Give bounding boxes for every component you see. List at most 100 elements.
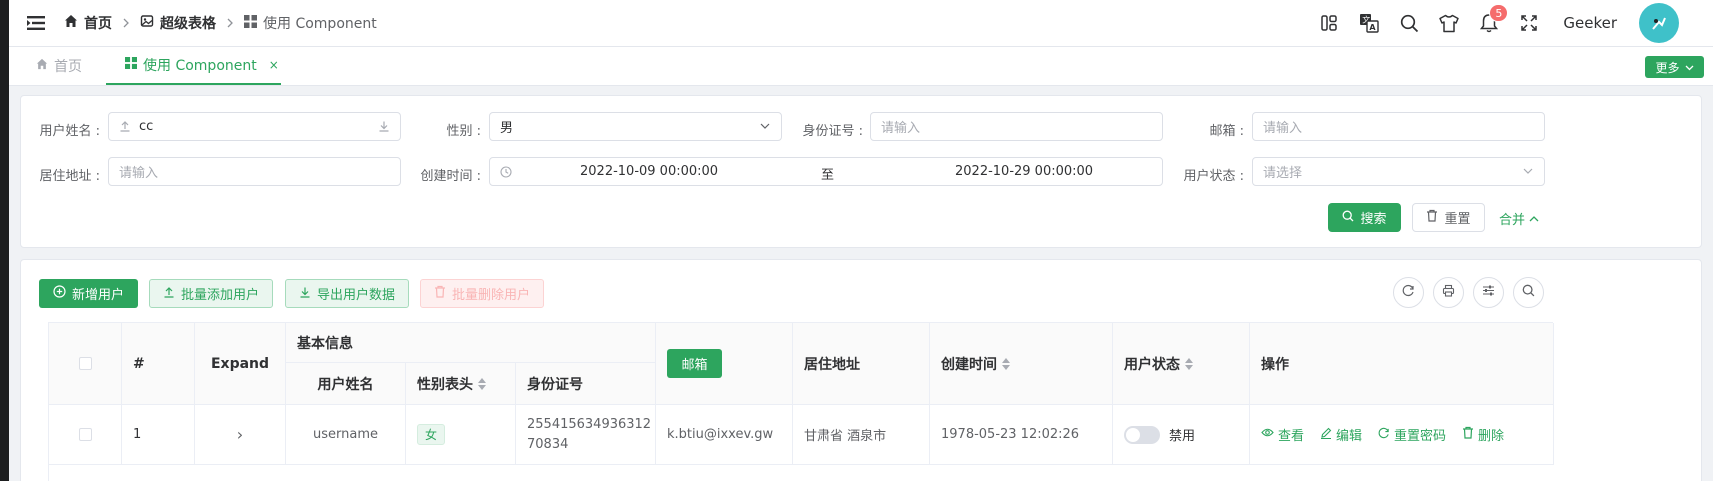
collapse-menu-icon[interactable]: [26, 13, 46, 33]
trash-icon: [1462, 426, 1474, 443]
batch-delete-label: 批量删除用户: [451, 288, 530, 303]
idcard-input[interactable]: 请输入: [870, 112, 1163, 141]
delete-button[interactable]: 删除: [1462, 425, 1504, 444]
notification-bell-icon[interactable]: 5: [1479, 4, 1509, 33]
theme-shirt-icon[interactable]: [1439, 13, 1460, 33]
status-switch[interactable]: [1124, 425, 1160, 444]
breadcrumb-label: 使用 Component: [263, 16, 377, 32]
more-label: 更多: [1655, 60, 1680, 75]
trash-icon: [1426, 209, 1438, 226]
user-table: # Expand 基本信息 用户姓名 性别表头 身份证号 邮箱 居住地址 创建时…: [48, 322, 1554, 481]
row-operations: 查看 编辑 重置密码 删除: [1250, 405, 1554, 465]
reset-button[interactable]: 重置: [1412, 203, 1485, 232]
sort-icon[interactable]: [1002, 357, 1010, 370]
date-separator: 至: [821, 168, 835, 183]
sort-icon[interactable]: [1185, 357, 1193, 370]
gender-tag: 女: [417, 424, 446, 445]
header-address: 居住地址: [793, 323, 930, 405]
tab-label: 使用 Component: [143, 58, 257, 74]
username-input[interactable]: cc: [108, 112, 401, 141]
status-label: 禁用: [1169, 429, 1196, 444]
breadcrumb-label: 首页: [84, 16, 112, 32]
header-index: #: [122, 323, 195, 405]
table-row-select: [49, 405, 122, 465]
breadcrumb-item-component: 使用 Component: [244, 13, 377, 33]
date-end[interactable]: 2022-10-29 00:00:00: [955, 164, 1093, 179]
search-form: 用户姓名 : cc 性别 : 男 身份证号 : 请输入 邮箱 : 请输入 居住地…: [20, 95, 1702, 248]
component-size-icon[interactable]: [1319, 13, 1339, 33]
edit-button[interactable]: 编辑: [1320, 425, 1362, 444]
tab-home[interactable]: 首页: [36, 47, 82, 85]
batch-add-button[interactable]: 批量添加用户: [149, 279, 273, 308]
row-email: k.btiu@ixxev.gw: [656, 405, 793, 465]
refresh-icon: [1402, 284, 1415, 301]
table-card: 新增用户 批量添加用户 导出用户数据 批量删除用户 # Expand 基本信息 …: [20, 259, 1702, 481]
top-header: 首页 超级表格 使用 Component 文A 5 Geeker: [9, 0, 1713, 46]
search-button[interactable]: 搜索: [1328, 203, 1401, 232]
grid-icon: [125, 57, 137, 73]
address-input[interactable]: 请输入: [108, 157, 401, 186]
email-header-tag[interactable]: 邮箱: [667, 349, 722, 378]
status-placeholder: 请选择: [1263, 166, 1303, 181]
refresh-button[interactable]: [1393, 277, 1424, 308]
gender-select[interactable]: 男: [489, 112, 782, 141]
header-created[interactable]: 创建时间: [930, 323, 1113, 405]
status-select[interactable]: 请选择: [1252, 157, 1545, 186]
grid-icon: [244, 14, 257, 32]
avatar[interactable]: [1639, 3, 1679, 43]
search-icon: [1342, 210, 1354, 226]
chevron-right-icon: [226, 18, 234, 28]
header-status-label: 用户状态: [1124, 356, 1180, 373]
export-button[interactable]: 导出用户数据: [285, 279, 409, 308]
reset-password-button[interactable]: 重置密码: [1378, 425, 1446, 444]
tab-label: 首页: [54, 59, 82, 75]
select-all-checkbox[interactable]: [78, 357, 92, 370]
email-input[interactable]: 请输入: [1252, 112, 1545, 141]
search-icon[interactable]: [1399, 13, 1419, 33]
header-email: 邮箱: [656, 323, 793, 405]
email-placeholder: 请输入: [1263, 121, 1303, 136]
header-username: 用户姓名: [286, 363, 406, 405]
refresh-icon: [1378, 427, 1390, 443]
notification-badge: 5: [1489, 4, 1509, 22]
user-name[interactable]: Geeker: [1563, 14, 1617, 32]
more-button[interactable]: 更多: [1645, 56, 1704, 78]
breadcrumb-item-super-table[interactable]: 超级表格: [140, 13, 216, 33]
idcard-line: 255415634936312: [527, 416, 652, 432]
batch-add-label: 批量添加用户: [180, 288, 259, 303]
username-label: 用户姓名 :: [39, 124, 100, 139]
date-range-picker[interactable]: 2022-10-09 00:00:00 至 2022-10-29 00:00:0…: [489, 157, 1163, 186]
date-start[interactable]: 2022-10-09 00:00:00: [580, 164, 718, 179]
chevron-down-icon: [1685, 60, 1694, 74]
batch-delete-button[interactable]: 批量删除用户: [420, 279, 544, 308]
header-status[interactable]: 用户状态: [1113, 323, 1250, 405]
header-select-all: [49, 323, 122, 405]
translate-icon[interactable]: 文A: [1359, 13, 1380, 33]
tab-component[interactable]: 使用 Component ×: [106, 47, 281, 85]
sort-icon[interactable]: [478, 377, 486, 390]
download-icon: [378, 120, 390, 136]
search-icon: [1522, 284, 1535, 301]
collapse-toggle[interactable]: 合并: [1499, 209, 1539, 228]
view-button[interactable]: 查看: [1261, 425, 1304, 444]
row-status: 禁用: [1113, 405, 1250, 465]
row-gender: 女: [406, 405, 516, 465]
add-user-button[interactable]: 新增用户: [39, 279, 138, 308]
fullscreen-icon[interactable]: [1519, 13, 1539, 33]
close-icon[interactable]: ×: [269, 58, 279, 72]
export-label: 导出用户数据: [316, 288, 395, 303]
chevron-down-icon: [759, 120, 771, 136]
breadcrumb-item-home[interactable]: 首页: [64, 13, 112, 33]
expand-chevron-icon[interactable]: ›: [195, 405, 286, 465]
row-address: 甘肃省 酒泉市: [793, 405, 930, 465]
column-settings-button[interactable]: [1473, 277, 1504, 308]
header-created-label: 创建时间: [941, 356, 997, 373]
header-gender[interactable]: 性别表头: [406, 363, 516, 405]
header-tools: 文A 5 Geeker: [1319, 0, 1713, 46]
row-checkbox[interactable]: [78, 428, 92, 441]
add-user-label: 新增用户: [71, 288, 124, 303]
print-button[interactable]: [1433, 277, 1464, 308]
username-value: cc: [139, 119, 154, 134]
toggle-search-button[interactable]: [1513, 277, 1544, 308]
home-icon: [36, 58, 48, 74]
